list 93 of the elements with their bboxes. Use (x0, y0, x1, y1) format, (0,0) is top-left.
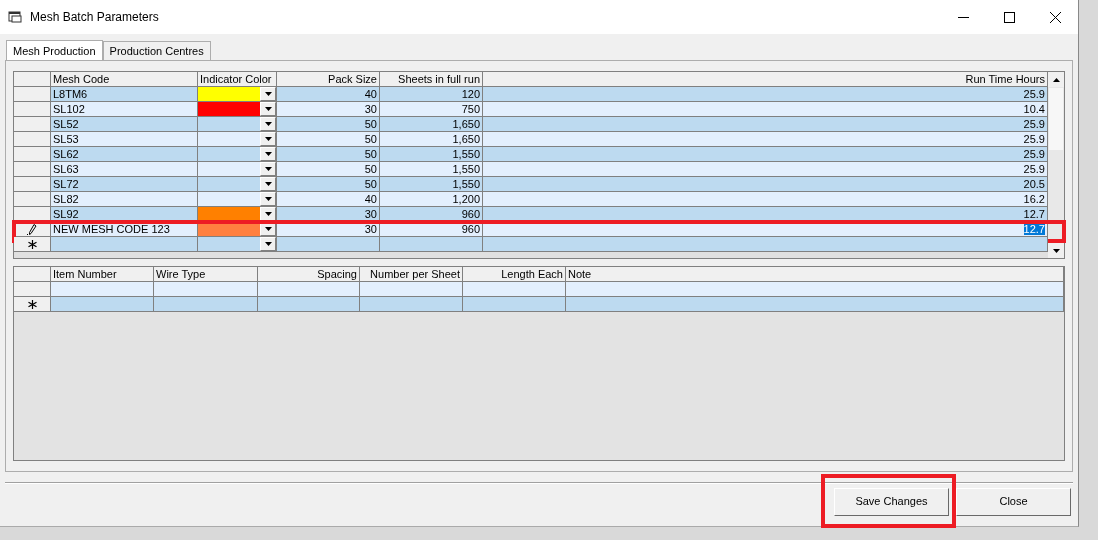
table-cell[interactable] (258, 297, 360, 312)
table-cell: 50 (277, 132, 380, 147)
table-cell: 50 (277, 177, 380, 192)
table-cell[interactable] (51, 297, 154, 312)
dropdown-button[interactable] (260, 237, 276, 251)
table-cell: 750 (380, 102, 483, 117)
new-row-icon (27, 299, 37, 309)
table-cell: SL62 (51, 147, 198, 162)
scroll-down-icon[interactable] (1052, 248, 1060, 253)
table-cell: 25.9 (1023, 163, 1045, 175)
column-header[interactable]: Mesh Code (51, 72, 198, 87)
table-cell: 40 (277, 87, 380, 102)
table-cell: 25.9 (1023, 118, 1045, 130)
window-icon (8, 11, 22, 23)
table-cell: 1,550 (380, 162, 483, 177)
table-cell: 1,650 (380, 117, 483, 132)
column-header[interactable]: Length Each (463, 267, 566, 282)
table-cell: 10.4 (1023, 103, 1045, 115)
dropdown-button[interactable] (260, 207, 276, 221)
scrollbar[interactable] (1048, 72, 1064, 258)
dropdown-button[interactable] (260, 102, 276, 116)
table-cell: SL53 (51, 132, 198, 147)
caret-icon (264, 92, 272, 96)
row-header[interactable] (14, 297, 51, 312)
caret-icon (264, 197, 272, 201)
table-cell[interactable] (566, 282, 1064, 297)
table-cell: 120 (380, 87, 483, 102)
dropdown-button[interactable] (260, 162, 276, 176)
table-cell: SL82 (51, 192, 198, 207)
column-header[interactable]: Run Time Hours (483, 72, 1048, 87)
table-cell[interactable] (463, 297, 566, 312)
caret-icon (264, 182, 272, 186)
close-button[interactable]: Close (956, 487, 1071, 516)
table-cell[interactable] (360, 297, 463, 312)
pencil-icon (27, 223, 37, 235)
table-cell: SL63 (51, 162, 198, 177)
close-icon[interactable] (1049, 11, 1061, 23)
table-cell[interactable] (154, 282, 258, 297)
window-title: Mesh Batch Parameters (30, 9, 159, 26)
save-button[interactable]: Save Changes (834, 487, 949, 516)
table-cell: 40 (277, 192, 380, 207)
table-cell: 16.2 (1023, 193, 1045, 205)
table-cell: SL52 (51, 117, 198, 132)
table-cell[interactable] (566, 297, 1064, 312)
table-cell: 1,550 (380, 147, 483, 162)
caret-icon (264, 167, 272, 171)
caret-icon (264, 137, 272, 141)
dropdown-button[interactable] (260, 117, 276, 131)
table-cell: 1,200 (380, 192, 483, 207)
table-cell: 25.9 (1023, 88, 1045, 100)
column-header[interactable]: Spacing (258, 267, 360, 282)
row-header[interactable] (14, 237, 51, 252)
table-cell: SL72 (51, 177, 198, 192)
new-row-icon (27, 239, 37, 249)
table-cell: 25.9 (1023, 148, 1045, 160)
table-cell[interactable] (51, 282, 154, 297)
tab[interactable]: Production Centres (102, 41, 211, 60)
caret-icon (264, 152, 272, 156)
column-header[interactable]: Sheets in full run (380, 72, 483, 87)
table-cell: 25.9 (1023, 133, 1045, 145)
table-cell: 12.7 (1023, 208, 1045, 220)
table-cell: L8TM6 (51, 87, 198, 102)
table-cell: 50 (277, 147, 380, 162)
table-cell: 30 (277, 102, 380, 117)
caret-icon (264, 227, 272, 231)
dropdown-button[interactable] (260, 147, 276, 161)
tab[interactable]: Mesh Production (6, 40, 103, 61)
caret-icon (264, 107, 272, 111)
table-cell: SL102 (51, 102, 198, 117)
table-cell[interactable] (154, 297, 258, 312)
dropdown-button[interactable] (260, 192, 276, 206)
scroll-up-icon[interactable] (1052, 77, 1060, 82)
column-header[interactable]: Pack Size (277, 72, 380, 87)
dropdown-button[interactable] (260, 132, 276, 146)
column-header[interactable]: Note (566, 267, 1064, 282)
column-header[interactable]: Wire Type (154, 267, 258, 282)
table-cell[interactable] (258, 282, 360, 297)
table-cell[interactable] (360, 282, 463, 297)
caret-icon (264, 212, 272, 216)
table-cell: 20.5 (1023, 178, 1045, 190)
column-header[interactable]: Indicator Color (198, 72, 277, 87)
dropdown-button[interactable] (260, 87, 276, 101)
table-cell[interactable] (463, 282, 566, 297)
table-cell: 50 (277, 117, 380, 132)
dropdown-button[interactable] (260, 177, 276, 191)
table-cell: 1,650 (380, 132, 483, 147)
table-cell: 1,550 (380, 177, 483, 192)
column-header[interactable]: Item Number (51, 267, 154, 282)
maximize-icon[interactable] (1003, 11, 1015, 23)
caret-icon (264, 122, 272, 126)
caret-icon (264, 242, 272, 246)
column-header[interactable]: Number per Sheet (360, 267, 463, 282)
table-cell: 50 (277, 162, 380, 177)
